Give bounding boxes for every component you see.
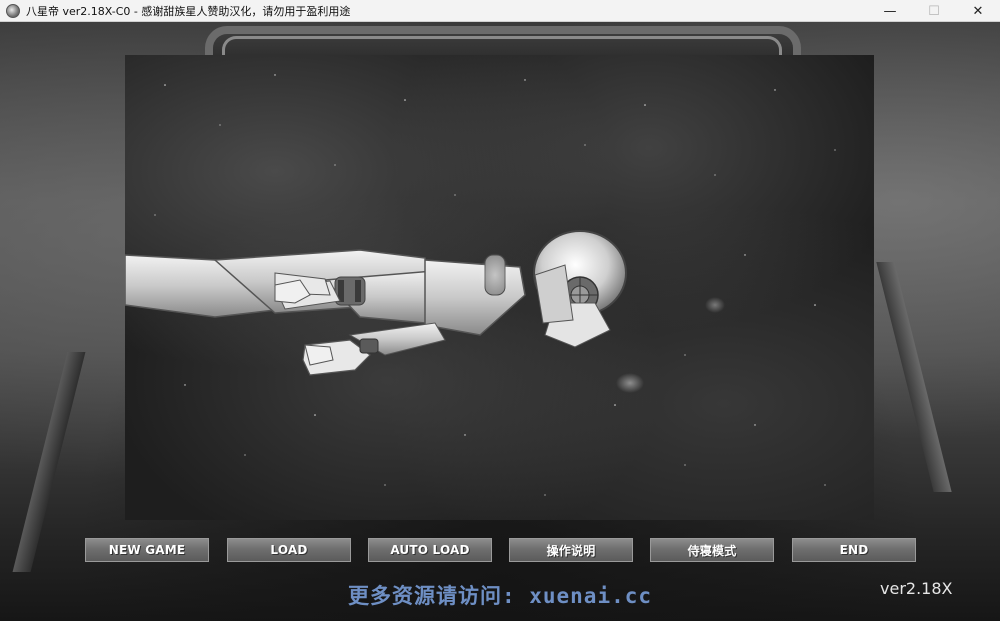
window-title: 八星帝 ver2.18X-C0 - 感谢甜族星人赞助汉化，请勿用于盈利用途 [26,4,351,18]
window-controls: — ☐ ✕ [868,0,1000,22]
title-bar: 八星帝 ver2.18X-C0 - 感谢甜族星人赞助汉化，请勿用于盈利用途 — … [0,0,1000,22]
new-game-button[interactable]: NEW GAME [85,538,209,562]
space-scene-illustration [125,74,836,496]
version-label: ver2.18X [880,579,953,598]
resource-watermark: 更多资源请访问: xuenai.cc [347,584,653,608]
maximize-icon: ☐ [928,3,940,19]
load-button[interactable]: LOAD [227,538,351,562]
right-support-beam [876,262,952,492]
game-window: 八星帝 ver2.18X-C0 - 感谢甜族星人赞助汉化，请勿用于盈利用途 — … [0,0,1000,621]
space-viewport [125,55,874,520]
main-menu: NEW GAME LOAD AUTO LOAD 操作说明 侍寝模式 END [0,536,1000,566]
close-icon[interactable]: ✕ [956,0,1000,22]
title-screen-background: NEW GAME LOAD AUTO LOAD 操作说明 侍寝模式 END 更多… [0,22,1000,621]
auto-load-button[interactable]: AUTO LOAD [368,538,492,562]
end-button[interactable]: END [792,538,916,562]
servant-mode-button[interactable]: 侍寝模式 [650,538,774,562]
minimize-icon[interactable]: — [868,0,912,22]
instructions-button[interactable]: 操作说明 [509,538,633,562]
flying-robot-figure [125,230,627,376]
app-icon [6,3,20,18]
